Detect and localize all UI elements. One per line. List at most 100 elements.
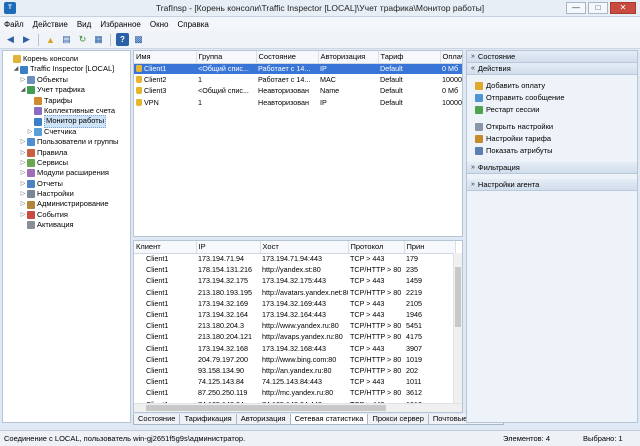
- collapse-arrow-icon[interactable]: ◢: [19, 85, 27, 95]
- expand-arrow-icon[interactable]: ▷: [19, 210, 27, 220]
- tab-2[interactable]: Авторизация: [235, 414, 291, 425]
- connection-row[interactable]: Client1 213.180.204.121 http://avaps.yande…: [134, 331, 455, 342]
- connection-row[interactable]: Client1 173.194.32.164 173.194.32.164:443 T…: [134, 309, 455, 320]
- refresh-icon[interactable]: ↻: [76, 33, 89, 46]
- tree-item-monitor[interactable]: Монитор работы: [5, 115, 128, 128]
- tree-item-services[interactable]: ▷ Сервисы: [5, 158, 128, 168]
- horizontal-scrollbar[interactable]: [134, 403, 462, 412]
- connection-row[interactable]: Client1 93.158.134.90 http://an.yandex.ru:…: [134, 365, 455, 376]
- column-header[interactable]: Протокол: [348, 241, 405, 254]
- connection-row[interactable]: Client1 87.250.250.119 http://mc.yandex.ru…: [134, 387, 455, 398]
- column-header[interactable]: Клиент: [134, 241, 197, 254]
- tree-item-activation[interactable]: Активация: [5, 220, 128, 230]
- expand-arrow-icon[interactable]: ▷: [19, 158, 27, 168]
- bottom-tabs: Состояние Тарификация Авторизация Сетевая с…: [133, 413, 523, 425]
- tree-item-traffic[interactable]: ◢ Учет трафика: [5, 85, 128, 95]
- action-tariff-settings[interactable]: Настройки тарифа: [467, 133, 637, 145]
- maximize-button[interactable]: □: [588, 2, 608, 14]
- column-header[interactable]: Группа: [196, 51, 257, 64]
- agent-settings-section-header[interactable]: » Настройки агента: [467, 179, 637, 191]
- tab-1[interactable]: Тарификация: [179, 414, 237, 425]
- connection-row[interactable]: Client1 173.194.71.94 173.194.71.94:443 TCP…: [134, 253, 455, 264]
- session-row[interactable]: Client1 <Общий спис... Работает с 14... IP D…: [134, 63, 462, 75]
- tree-item-events[interactable]: ▷ События: [5, 210, 128, 220]
- connection-row[interactable]: Client1 74.125.143.84 74.125.143.84:443 TCP…: [134, 376, 455, 387]
- menu-favorites[interactable]: Избранное: [100, 20, 141, 29]
- connection-row[interactable]: Client1 173.194.32.175 173.194.32.175:443 T…: [134, 275, 455, 286]
- expand-arrow-icon[interactable]: ▷: [19, 189, 27, 199]
- tree-item-counter[interactable]: ▷ Счетчика: [5, 127, 128, 137]
- tree-item-reports[interactable]: ▷ Отчеты: [5, 179, 128, 189]
- session-row[interactable]: VPN 1 Неавторизован IP Default 10000.00: [134, 97, 462, 108]
- action-restart-session[interactable]: Рестарт сессии: [467, 104, 637, 116]
- actions-section-header[interactable]: «Действия: [467, 63, 637, 75]
- tree-item-objects[interactable]: ▷ Объекты: [5, 75, 128, 85]
- table-cell: Default: [380, 86, 403, 96]
- state-section-header[interactable]: » Состояние: [467, 51, 637, 63]
- column-header[interactable]: Авторизация: [318, 51, 379, 64]
- forward-icon[interactable]: ▶: [20, 33, 33, 46]
- close-button[interactable]: ✕: [610, 2, 636, 14]
- tree-item-folder[interactable]: Корень консоли: [5, 54, 128, 64]
- table-cell: TCP > 443: [350, 276, 385, 286]
- back-icon[interactable]: ◀: [4, 33, 17, 46]
- tree-item-label: Объекты: [37, 74, 68, 84]
- minimize-button[interactable]: —: [566, 2, 586, 14]
- expand-arrow-icon[interactable]: ▷: [26, 127, 34, 137]
- column-header[interactable]: Имя: [134, 51, 197, 64]
- menu-action[interactable]: Действие: [33, 20, 68, 29]
- session-row[interactable]: Client2 1 Работает с 14... MAC Default 10000.…: [134, 74, 462, 85]
- properties-icon[interactable]: ▩: [132, 33, 145, 46]
- column-header[interactable]: IP: [196, 241, 261, 254]
- connection-row[interactable]: Client1 213.180.204.3 http://www.yandex.ru…: [134, 320, 455, 331]
- tree-item-rules[interactable]: ▷ Правила: [5, 148, 128, 158]
- connection-row[interactable]: Client1 173.194.32.168 173.194.32.168:443 T…: [134, 343, 455, 354]
- menu-window[interactable]: Окно: [150, 20, 169, 29]
- tree-item-admin[interactable]: ▷ Администрирование: [5, 199, 128, 209]
- table-cell: 74.125.143.84:443: [262, 377, 322, 387]
- tree-item-settings[interactable]: ▷ Настройки: [5, 189, 128, 199]
- menu-file[interactable]: Файл: [4, 20, 24, 29]
- tab-3[interactable]: Сетевая статистика: [289, 414, 369, 425]
- expand-arrow-icon[interactable]: ▷: [19, 137, 27, 147]
- expand-arrow-icon[interactable]: ▷: [19, 75, 27, 85]
- expand-arrow-icon[interactable]: ▷: [19, 199, 27, 209]
- scroll-thumb[interactable]: [146, 405, 386, 411]
- help-icon[interactable]: ?: [116, 33, 129, 46]
- scroll-thumb[interactable]: [455, 267, 461, 327]
- connection-row[interactable]: Client1 213.180.193.195 http://avatars.yan…: [134, 287, 455, 298]
- tab-0[interactable]: Состояние: [133, 414, 181, 425]
- action-open-settings[interactable]: Открыть настройки: [467, 121, 637, 133]
- action-add-payment[interactable]: Добавить оплату: [467, 80, 637, 92]
- table-cell: 173.194.32.164:443: [262, 310, 326, 320]
- collapse-arrow-icon[interactable]: ◢: [12, 64, 20, 74]
- tree-item-server[interactable]: ◢ Traffic Inspector [LOCAL]: [5, 64, 128, 74]
- connection-row[interactable]: Client1 204.79.197.200 http://www.bing.com…: [134, 354, 455, 365]
- show-tree-icon[interactable]: ▤: [60, 33, 73, 46]
- column-header[interactable]: Прин: [404, 241, 456, 254]
- export-icon[interactable]: ▦: [92, 33, 105, 46]
- column-header[interactable]: Хост: [260, 241, 349, 254]
- connection-row[interactable]: Client1 178.154.131.216 http://yandex.st:8…: [134, 264, 455, 275]
- session-row[interactable]: Client3 <Общий спис... Неавторизован Name De…: [134, 85, 462, 96]
- tree-item-modules[interactable]: ▷ Модули расширения: [5, 168, 128, 178]
- action-show-attributes[interactable]: Показать атрибуты: [467, 145, 637, 157]
- expand-arrow-icon[interactable]: ▷: [19, 148, 27, 158]
- table-cell: 173.194.32.169: [198, 298, 248, 308]
- table-cell: Client1: [146, 254, 169, 264]
- action-send-message[interactable]: Отправить сообщение: [467, 92, 637, 104]
- column-header[interactable]: Тариф: [378, 51, 441, 64]
- vertical-scrollbar[interactable]: [453, 253, 462, 403]
- column-header[interactable]: Состояние: [256, 51, 319, 64]
- menu-help[interactable]: Справка: [177, 20, 208, 29]
- tree-item-users[interactable]: ▷ Пользователи и группы: [5, 137, 128, 147]
- up-folder-icon[interactable]: ▲: [44, 33, 57, 46]
- column-header[interactable]: Оплаче: [440, 51, 462, 64]
- expand-arrow-icon[interactable]: ▷: [19, 179, 27, 189]
- tab-4[interactable]: Прокси сервер: [367, 414, 429, 425]
- tree-item-tariff[interactable]: Тарифы: [5, 96, 128, 106]
- connection-row[interactable]: Client1 173.194.32.169 173.194.32.169:443 T…: [134, 298, 455, 309]
- menu-view[interactable]: Вид: [77, 20, 91, 29]
- filter-section-header[interactable]: » Фильтрация: [467, 162, 637, 174]
- expand-arrow-icon[interactable]: ▷: [19, 168, 27, 178]
